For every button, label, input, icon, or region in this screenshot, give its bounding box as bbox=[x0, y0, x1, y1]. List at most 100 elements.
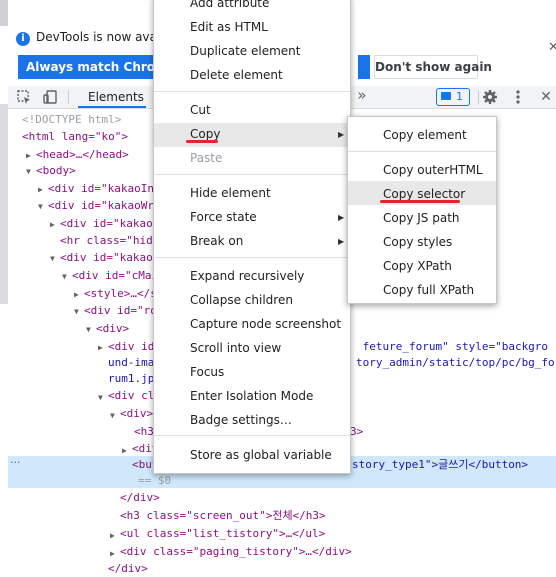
dom-node[interactable]: <hr class="hide bbox=[60, 233, 159, 249]
menu-separator bbox=[154, 435, 350, 436]
dom-node[interactable]: <head>…</head> bbox=[36, 147, 129, 163]
dom-node[interactable]: <h3 bbox=[134, 424, 154, 440]
menu-item-break-on[interactable]: Break on bbox=[190, 234, 243, 248]
dom-node[interactable]: <body> bbox=[36, 163, 76, 179]
expand-triangle-icon[interactable]: ▶ bbox=[38, 182, 43, 198]
expand-triangle-icon[interactable]: ▶ bbox=[74, 287, 79, 303]
context-menu: Add attribute Edit as HTML Duplicate ele… bbox=[153, 0, 351, 474]
dom-node[interactable]: <div cl bbox=[108, 388, 154, 404]
collapse-triangle-icon[interactable]: ▼ bbox=[62, 269, 67, 285]
dom-node[interactable]: <ul class="list_tistory">…</ul> bbox=[120, 526, 325, 542]
expand-triangle-icon[interactable]: ▶ bbox=[26, 148, 31, 164]
expand-triangle-icon[interactable]: ▶ bbox=[98, 340, 103, 356]
infobar-close-icon[interactable]: ✕ bbox=[548, 40, 556, 55]
issues-icon bbox=[441, 92, 451, 100]
expand-triangle-icon[interactable]: ▶ bbox=[110, 546, 115, 562]
menu-item-duplicate-element[interactable]: Duplicate element bbox=[190, 44, 300, 58]
tab-elements[interactable]: Elements bbox=[78, 86, 154, 108]
menu-item-collapse-children[interactable]: Collapse children bbox=[190, 293, 293, 307]
collapse-triangle-icon[interactable]: ▼ bbox=[50, 251, 55, 267]
console-ref: == $0 bbox=[138, 474, 172, 487]
infobar-message: DevTools is now availa bbox=[36, 30, 171, 44]
more-options-icon[interactable] bbox=[510, 89, 526, 105]
info-icon: i bbox=[16, 32, 30, 46]
dont-show-again-button[interactable]: Don't show again bbox=[374, 55, 492, 79]
expand-triangle-icon[interactable]: ▶ bbox=[110, 528, 115, 544]
expand-triangle-icon[interactable]: ▶ bbox=[122, 443, 127, 459]
always-match-button[interactable]: Always match Chrome's bbox=[18, 55, 158, 79]
submenu-item-copy-full-xpath[interactable]: Copy full XPath bbox=[383, 283, 474, 297]
menu-separator bbox=[154, 257, 350, 258]
menu-item-scroll-into-view[interactable]: Scroll into view bbox=[190, 341, 281, 355]
toolbar-divider bbox=[68, 90, 69, 104]
dom-node[interactable]: <style>…</s bbox=[84, 286, 157, 302]
dom-node[interactable]: </div> bbox=[108, 561, 148, 577]
more-tabs-icon[interactable]: » bbox=[354, 87, 370, 103]
dom-node[interactable]: <!DOCTYPE html> bbox=[22, 112, 121, 128]
dom-node[interactable]: <div id="cMain bbox=[72, 268, 165, 284]
dom-node[interactable]: <div id="ro bbox=[84, 303, 157, 319]
menu-item-hide-element[interactable]: Hide element bbox=[190, 186, 271, 200]
submenu-arrow-icon: ▶ bbox=[338, 130, 345, 139]
annotation-underline bbox=[380, 200, 460, 203]
submenu-item-copy-styles[interactable]: Copy styles bbox=[383, 235, 452, 249]
menu-item-paste: Paste bbox=[190, 151, 223, 165]
node-actions-ellipsis-icon[interactable]: ··· bbox=[10, 456, 21, 469]
page-scrollbar-top[interactable] bbox=[0, 0, 8, 26]
collapse-triangle-icon[interactable]: ▼ bbox=[86, 322, 91, 338]
dom-node[interactable]: <div> bbox=[96, 321, 129, 337]
dom-node[interactable]: <h3 class="screen_out">전체</h3> bbox=[120, 508, 326, 524]
submenu-item-copy-xpath[interactable]: Copy XPath bbox=[383, 259, 452, 273]
page-scrollbar[interactable] bbox=[0, 104, 8, 304]
dom-node[interactable]: <div id="kakaoWr bbox=[48, 198, 154, 214]
collapse-triangle-icon[interactable]: ▼ bbox=[74, 304, 79, 320]
close-devtools-icon[interactable]: ✕ bbox=[538, 89, 554, 105]
dom-node[interactable]: <div id="kakaoIn bbox=[48, 181, 154, 197]
copy-item-highlight bbox=[154, 123, 350, 147]
dom-node-continuation: rum1.jp bbox=[108, 372, 155, 385]
dom-attr-fragment: feture_forum" style="backgro bbox=[356, 340, 549, 353]
dom-node[interactable]: <div> bbox=[120, 406, 153, 422]
menu-item-add-attribute[interactable]: Add attribute bbox=[190, 0, 269, 10]
collapse-triangle-icon[interactable]: ▼ bbox=[38, 199, 43, 215]
copy-submenu: Copy element Copy outerHTML Copy selecto… bbox=[347, 116, 497, 304]
submenu-item-copy-selector[interactable]: Copy selector bbox=[383, 187, 465, 201]
menu-item-badge-settings[interactable]: Badge settings… bbox=[190, 413, 292, 427]
dom-node[interactable]: <div id="kakaoH bbox=[60, 216, 159, 232]
device-toolbar-icon[interactable] bbox=[42, 89, 58, 105]
issues-badge[interactable]: 1 bbox=[436, 88, 470, 106]
inspect-element-icon[interactable] bbox=[16, 89, 32, 105]
menu-item-enter-isolation-mode[interactable]: Enter Isolation Mode bbox=[190, 389, 313, 403]
submenu-item-copy-js-path[interactable]: Copy JS path bbox=[383, 211, 460, 225]
toolbar-divider bbox=[478, 90, 479, 104]
settings-gear-icon[interactable] bbox=[482, 89, 498, 105]
expand-triangle-icon[interactable]: ▶ bbox=[50, 217, 55, 233]
issues-count: 1 bbox=[456, 90, 463, 103]
menu-item-delete-element[interactable]: Delete element bbox=[190, 68, 283, 82]
collapse-triangle-icon[interactable]: ▼ bbox=[26, 164, 31, 180]
menu-item-capture-node-screenshot[interactable]: Capture node screenshot bbox=[190, 317, 341, 331]
annotation-underline bbox=[186, 140, 218, 143]
dom-node[interactable]: <div class="paging_tistory">…</div> bbox=[120, 544, 352, 560]
menu-item-cut[interactable]: Cut bbox=[190, 103, 211, 117]
submenu-item-copy-outerhtml[interactable]: Copy outerHTML bbox=[383, 163, 483, 177]
collapse-triangle-icon[interactable]: ▼ bbox=[98, 390, 103, 406]
always-match-button-tail[interactable] bbox=[358, 55, 370, 79]
collapse-triangle-icon[interactable]: ▼ bbox=[110, 408, 115, 424]
dom-node[interactable]: </div> bbox=[120, 490, 160, 506]
menu-item-expand-recursively[interactable]: Expand recursively bbox=[190, 269, 304, 283]
menu-item-edit-as-html[interactable]: Edit as HTML bbox=[190, 20, 268, 34]
dom-attr-fragment: story_type1">글쓰기</button> bbox=[352, 458, 529, 471]
submenu-item-copy-element[interactable]: Copy element bbox=[383, 128, 467, 142]
dom-node-continuation: und-ima bbox=[108, 356, 155, 369]
menu-item-store-as-global-variable[interactable]: Store as global variable bbox=[190, 448, 332, 462]
dom-node[interactable]: <html lang="ko"> bbox=[22, 129, 128, 145]
menu-item-focus[interactable]: Focus bbox=[190, 365, 224, 379]
dom-node[interactable]: <div id bbox=[108, 339, 154, 355]
dom-node[interactable]: <div id="kakaoC bbox=[60, 250, 159, 266]
menu-separator bbox=[154, 174, 350, 175]
active-tab-indicator bbox=[78, 106, 146, 108]
menu-item-copy[interactable]: Copy bbox=[190, 127, 220, 141]
submenu-arrow-icon: ▶ bbox=[338, 213, 345, 222]
menu-item-force-state[interactable]: Force state bbox=[190, 210, 257, 224]
